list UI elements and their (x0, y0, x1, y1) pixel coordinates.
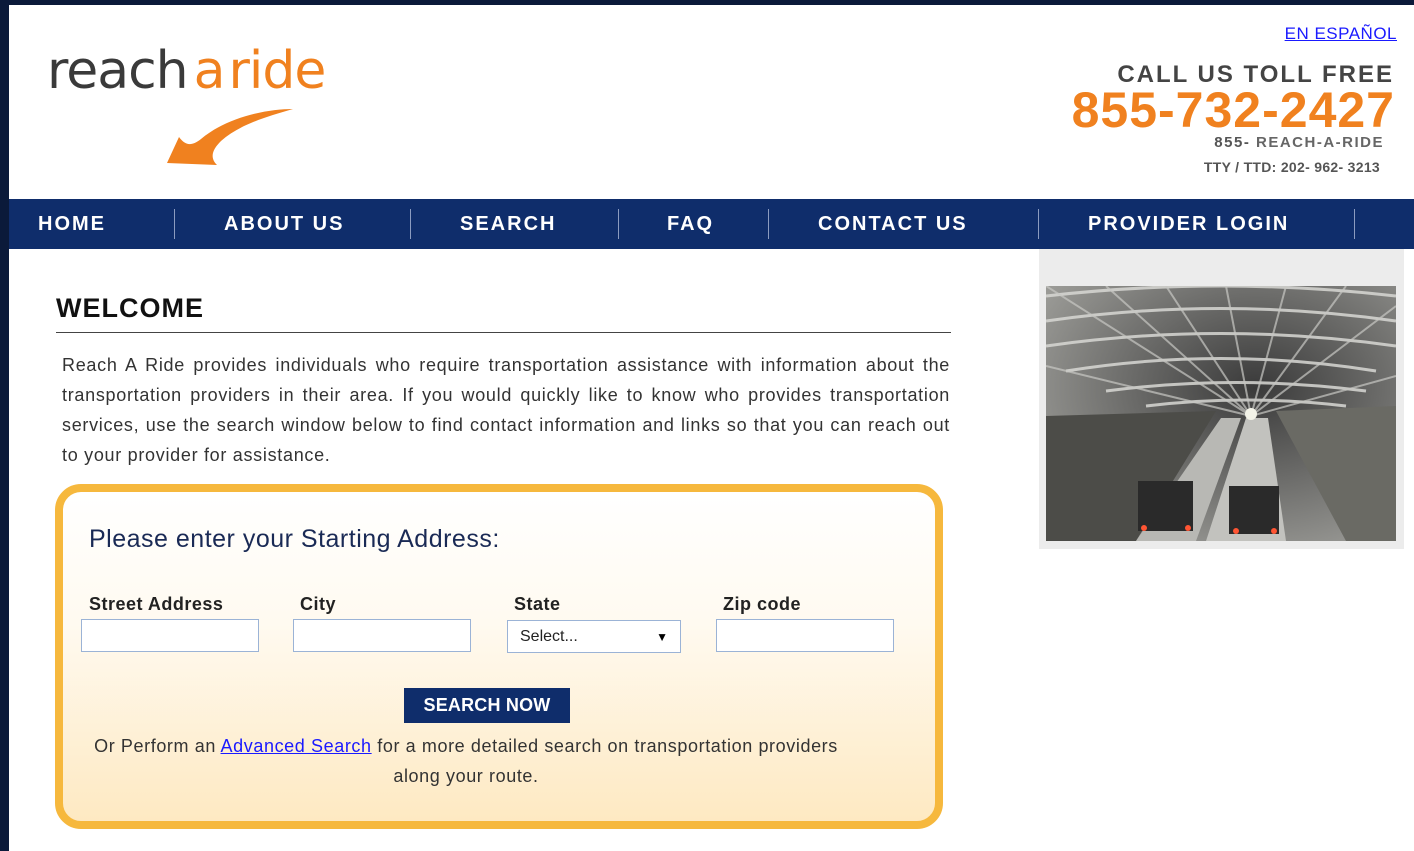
zip-code-label: Zip code (723, 594, 802, 614)
metro-tunnel-image (1046, 286, 1396, 541)
state-label: State (514, 594, 561, 614)
search-now-button[interactable]: SEARCH NOW (404, 688, 570, 723)
photo-panel (1039, 249, 1404, 549)
zip-code-input[interactable] (716, 619, 894, 652)
advanced-search-link[interactable]: Advanced Search (221, 736, 372, 756)
title-divider (56, 332, 951, 333)
tty-number: TTY / TTD: 202- 962- 3213 (1203, 159, 1380, 175)
main-nav: HOME ABOUT US SEARCH FAQ CONTACT US PROV… (9, 199, 1414, 249)
vanity-number: 855- REACH-A-RIDE (1214, 134, 1384, 151)
phone-number: 855-732-2427 (1071, 82, 1395, 138)
advanced-search-text: Or Perform an Advanced Search for a more… (94, 736, 838, 786)
nav-contact-us[interactable]: CONTACT US (769, 209, 1039, 239)
street-address-label: Street Address (89, 594, 224, 614)
nav-faq[interactable]: FAQ (619, 209, 769, 239)
search-panel-title: Please enter your Starting Address: (89, 525, 500, 553)
state-select[interactable]: Select... ▼ (507, 620, 681, 653)
nav-home[interactable]: HOME (9, 209, 175, 239)
metro-station-photo (1046, 286, 1396, 541)
reach-a-ride-logo[interactable]: reach aride (47, 45, 387, 175)
intro-text: Reach A Ride provides individuals who re… (62, 355, 950, 465)
espanol-link[interactable]: EN ESPAÑOL (1285, 24, 1397, 44)
nav-about-us[interactable]: ABOUT US (175, 209, 411, 239)
nav-search[interactable]: SEARCH (411, 209, 619, 239)
city-label: City (300, 594, 337, 614)
page-title: WELCOME (56, 293, 204, 323)
nav-provider-login[interactable]: PROVIDER LOGIN (1039, 209, 1355, 239)
street-address-input[interactable] (81, 619, 259, 652)
logo-wordmark: reach aride (47, 41, 326, 101)
logo-swoosh-icon (167, 109, 293, 165)
address-search-panel: Please enter your Starting Address: Stre… (55, 484, 943, 829)
city-input[interactable] (293, 619, 471, 652)
header: reach aride EN ESPAÑOL CALL US TOLL FREE … (9, 5, 1414, 199)
state-select-value: Select... (520, 627, 578, 645)
dropdown-arrow-icon: ▼ (656, 629, 668, 644)
